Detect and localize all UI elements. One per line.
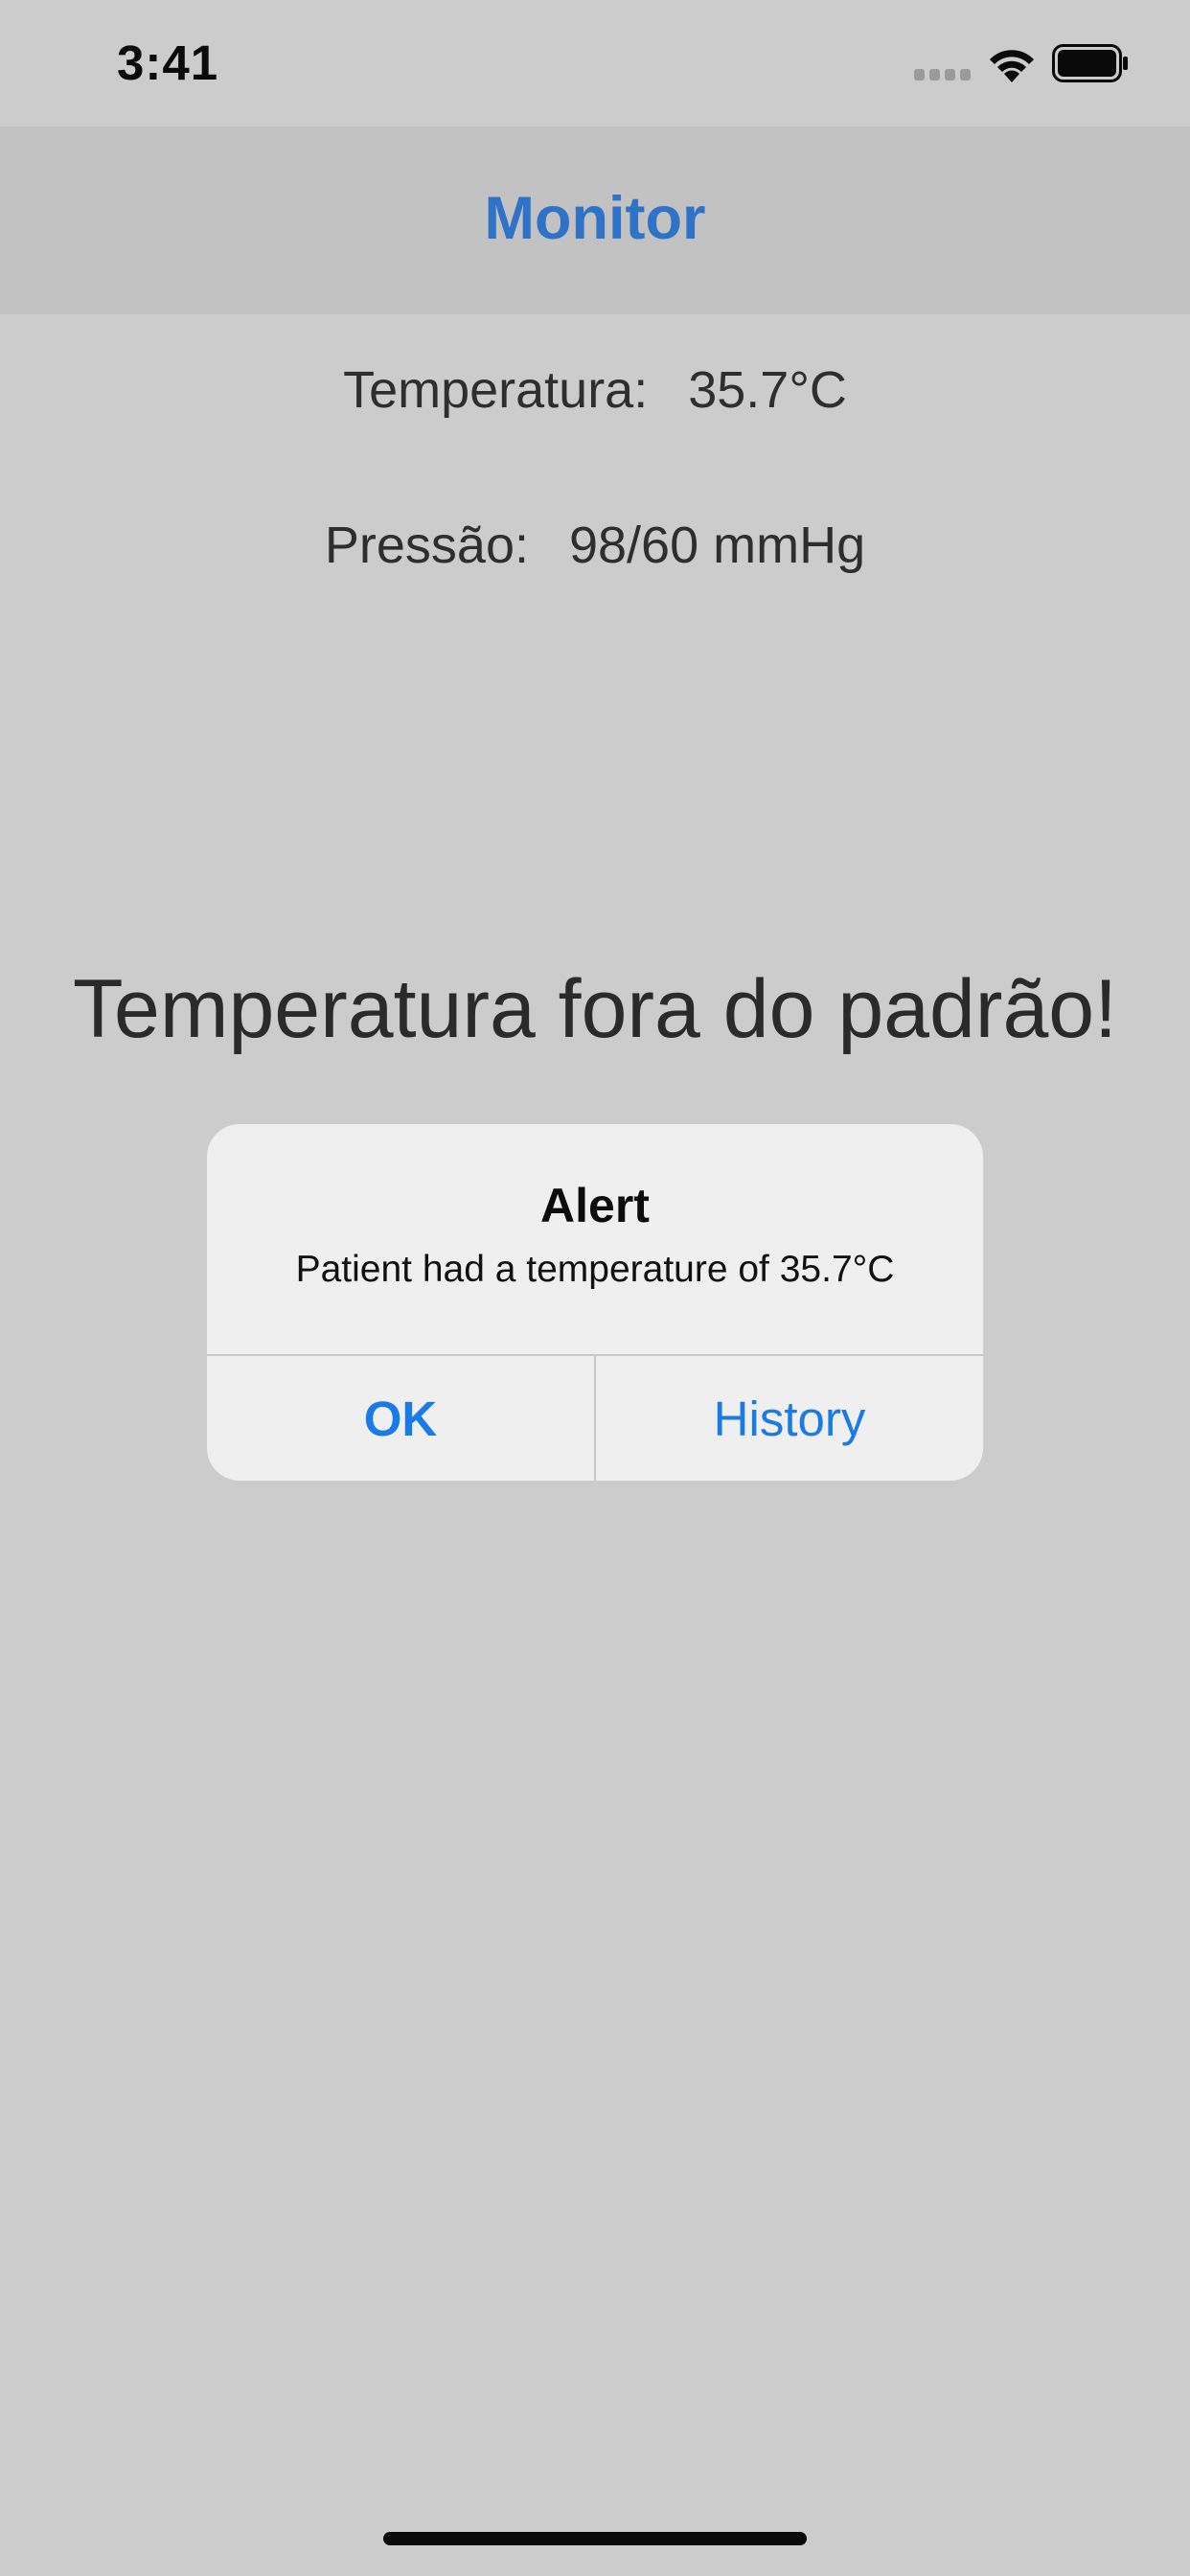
- battery-icon: [1052, 44, 1128, 82]
- status-time: 3:41: [117, 35, 219, 90]
- alert-dialog: Alert Patient had a temperature of 35.7°…: [207, 1124, 983, 1481]
- temperature-warning: Temperatura fora do padrão!: [73, 963, 1117, 1055]
- home-indicator[interactable]: [383, 2532, 807, 2545]
- history-button[interactable]: History: [596, 1356, 983, 1481]
- alert-message: Patient had a temperature of 35.7°C: [295, 1249, 895, 1290]
- nav-title: Monitor: [484, 185, 706, 252]
- status-bar: 3:41: [0, 0, 1190, 126]
- pressure-reading: Pressão: 98/60 mmHg: [0, 516, 1190, 575]
- pressure-value: 98/60 mmHg: [568, 517, 866, 574]
- wifi-icon: [990, 50, 1034, 82]
- pressure-label: Pressão:: [324, 517, 529, 574]
- temperature-value: 35.7°C: [688, 361, 847, 419]
- alert-title: Alert: [540, 1179, 650, 1232]
- app-screen: 3:41 Monitor Temperatura: 35.7°C Pressão:…: [0, 0, 1190, 2576]
- navigation-bar: Monitor: [0, 126, 1190, 314]
- cellular-signal-icon: [914, 69, 971, 80]
- ok-button[interactable]: OK: [207, 1356, 594, 1481]
- temperature-reading: Temperatura: 35.7°C: [0, 360, 1190, 420]
- temperature-label: Temperatura:: [343, 361, 649, 419]
